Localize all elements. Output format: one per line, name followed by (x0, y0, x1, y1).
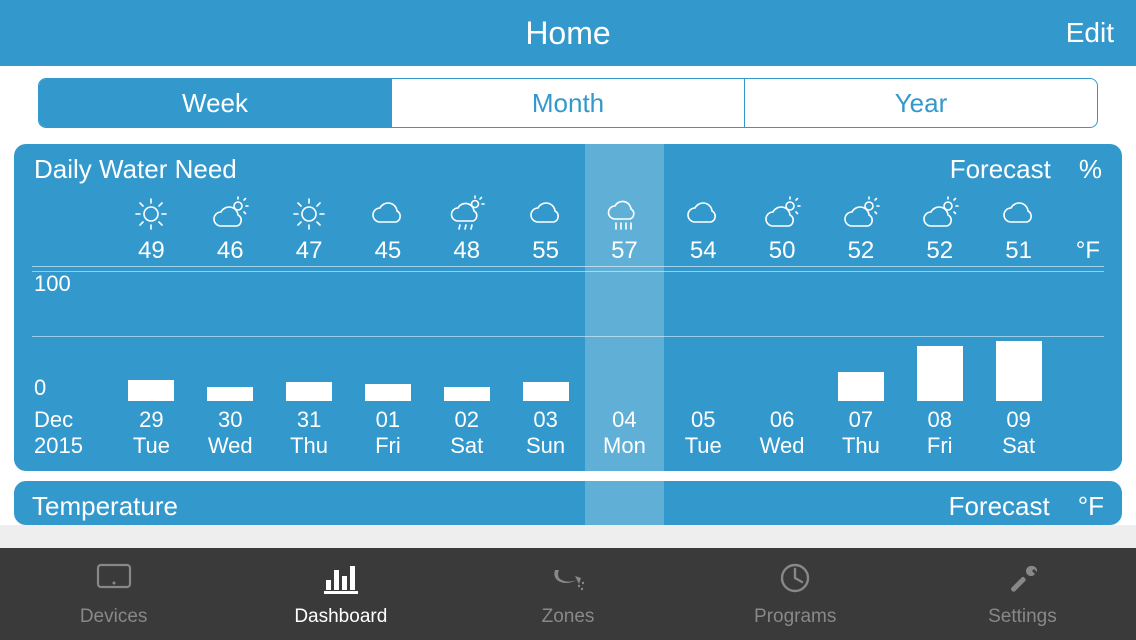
tab-settings[interactable]: Settings (909, 548, 1136, 640)
temperature-card: Temperature Forecast °F (14, 481, 1122, 525)
icon-row (32, 191, 1104, 237)
date-label: 09 (979, 407, 1058, 433)
date-label: 08 (900, 407, 979, 433)
tab-label: Settings (988, 606, 1057, 628)
water-need-chart: 100 0 (32, 271, 1104, 401)
temp-value: 54 (664, 237, 743, 265)
bar (207, 387, 253, 401)
dow-label: Fri (900, 433, 979, 459)
dow-label: Sat (427, 433, 506, 459)
cloud-icon (664, 191, 743, 237)
bar (917, 346, 963, 401)
date-label: 05 (664, 407, 743, 433)
dow-label: Fri (349, 433, 428, 459)
temperature-row: 494647454855575450525251°F (32, 237, 1104, 267)
dow-label: Sun (506, 433, 585, 459)
zones-icon (547, 560, 589, 602)
y-axis-0: 0 (34, 375, 46, 401)
cloud-icon (506, 191, 585, 237)
temp-value: 52 (822, 237, 901, 265)
dow-label: Tue (664, 433, 743, 459)
devices-icon (93, 560, 135, 602)
bar (128, 380, 174, 401)
temp-value: 51 (979, 237, 1058, 265)
cloud-icon (979, 191, 1058, 237)
bar (444, 387, 490, 401)
dow-label: Thu (822, 433, 901, 459)
temp-value: 45 (349, 237, 428, 265)
date-row: Dec293031010203040506070809 (32, 407, 1104, 433)
seg-week[interactable]: Week (39, 79, 392, 127)
dow-label: Tue (112, 433, 191, 459)
cards-area: Daily Water Need Forecast % 494647454855… (0, 136, 1136, 525)
cloud-icon (349, 191, 428, 237)
tab-label: Programs (754, 606, 836, 628)
card-header: Daily Water Need Forecast % (32, 154, 1104, 185)
top-bar: Home Edit (0, 0, 1136, 66)
partly-icon (743, 191, 822, 237)
bar (365, 384, 411, 401)
tab-devices[interactable]: Devices (0, 548, 227, 640)
dow-row: 2015TueWedThuFriSatSunMonTueWedThuFriSat (32, 433, 1104, 459)
sun-icon (112, 191, 191, 237)
card-title: Daily Water Need (34, 154, 237, 185)
bar (286, 382, 332, 402)
bar (996, 341, 1042, 401)
card-title: Temperature (32, 491, 178, 522)
tab-bar: Devices Dashboard Zones Programs Settings (0, 548, 1136, 640)
y-axis-100: 100 (34, 271, 71, 297)
unit-label: °F (1078, 491, 1104, 522)
tab-programs[interactable]: Programs (682, 548, 909, 640)
dow-label: Wed (743, 433, 822, 459)
settings-icon (1001, 560, 1043, 602)
date-label: 30 (191, 407, 270, 433)
dashboard-icon (320, 560, 362, 602)
tab-dashboard[interactable]: Dashboard (227, 548, 454, 640)
dow-label: Thu (270, 433, 349, 459)
temp-value: 52 (900, 237, 979, 265)
edit-button[interactable]: Edit (1066, 17, 1114, 49)
temp-value: 50 (743, 237, 822, 265)
bar (523, 382, 569, 402)
programs-icon (774, 560, 816, 602)
temp-value: 49 (112, 237, 191, 265)
partly-rain-icon (427, 191, 506, 237)
daily-water-need-card: Daily Water Need Forecast % 494647454855… (14, 144, 1122, 471)
seg-month[interactable]: Month (392, 79, 745, 127)
dow-label: Wed (191, 433, 270, 459)
tab-label: Zones (542, 606, 595, 628)
sun-icon (270, 191, 349, 237)
forecast-label: Forecast (950, 154, 1051, 185)
today-highlight (585, 481, 664, 525)
tab-zones[interactable]: Zones (454, 548, 681, 640)
partly-icon (822, 191, 901, 237)
forecast-label: Forecast (949, 491, 1050, 522)
partly-icon (900, 191, 979, 237)
range-segmented-control[interactable]: WeekMonthYear (38, 78, 1098, 128)
temp-value: 48 (427, 237, 506, 265)
bar (838, 372, 884, 401)
temp-value: 47 (270, 237, 349, 265)
bar-container (112, 271, 1058, 401)
date-label: 01 (349, 407, 428, 433)
temp-value: 55 (506, 237, 585, 265)
date-label: 31 (270, 407, 349, 433)
date-label: 06 (743, 407, 822, 433)
temp-unit: °F (1058, 237, 1104, 265)
dow-label: Sat (979, 433, 1058, 459)
month-label: Dec (32, 407, 112, 433)
percent-label: % (1079, 154, 1102, 185)
date-label: 03 (506, 407, 585, 433)
partly-icon (191, 191, 270, 237)
year-label: 2015 (32, 433, 112, 459)
date-label: 29 (112, 407, 191, 433)
date-label: 02 (427, 407, 506, 433)
page-title: Home (525, 15, 610, 52)
seg-year[interactable]: Year (745, 79, 1097, 127)
temp-value: 46 (191, 237, 270, 265)
date-label: 07 (822, 407, 901, 433)
tab-label: Devices (80, 606, 148, 628)
segmented-wrap: WeekMonthYear (0, 66, 1136, 136)
tab-label: Dashboard (294, 606, 387, 628)
